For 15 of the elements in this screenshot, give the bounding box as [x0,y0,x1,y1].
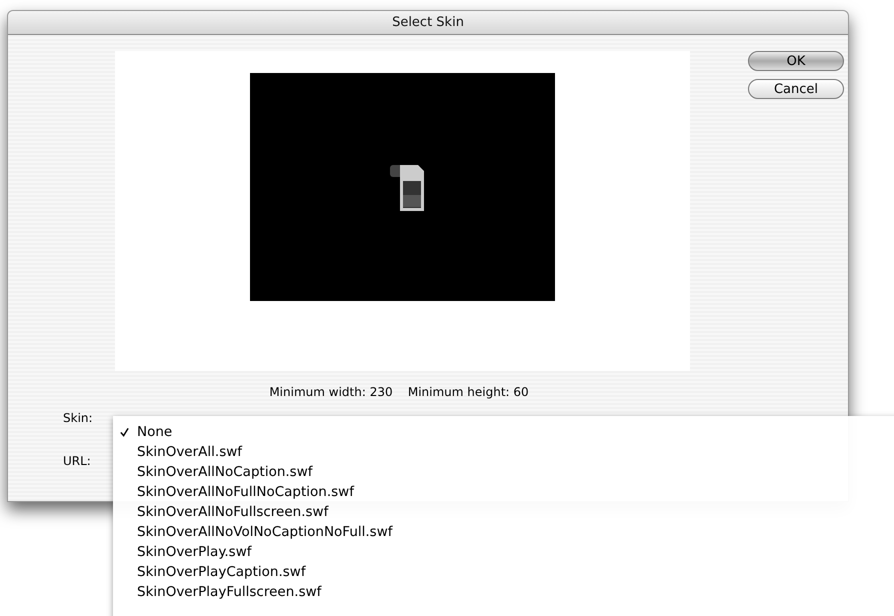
minimum-size-text: Minimum width: 230 Minimum height: 60 [268,385,530,399]
menu-item[interactable]: SkinOverAllNoFullNoCaption.swf [137,484,354,500]
menu-item[interactable]: SkinOverPlay.swf [137,544,252,560]
menu-item[interactable]: None [137,424,172,440]
field-label: Skin: [63,411,93,425]
window-title: Select Skin [392,15,464,30]
menu-item[interactable]: SkinOverAll.swf [137,444,242,460]
menu-item[interactable]: SkinOverAllNoCaption.swf [137,464,313,480]
menu-item[interactable]: SkinOverPlayFullscreen.swf [137,584,322,600]
dialog-button[interactable]: OK [748,51,844,71]
dialog-button[interactable]: Cancel [748,79,844,99]
menu-item[interactable]: SkinOverAllNoFullscreen.swf [137,504,328,520]
menu-item[interactable]: SkinOverAllNoVolNoCaptionNoFull.swf [137,524,393,540]
menu-item[interactable]: SkinOverPlayCaption.swf [137,564,306,580]
field-label: URL: [63,454,91,468]
